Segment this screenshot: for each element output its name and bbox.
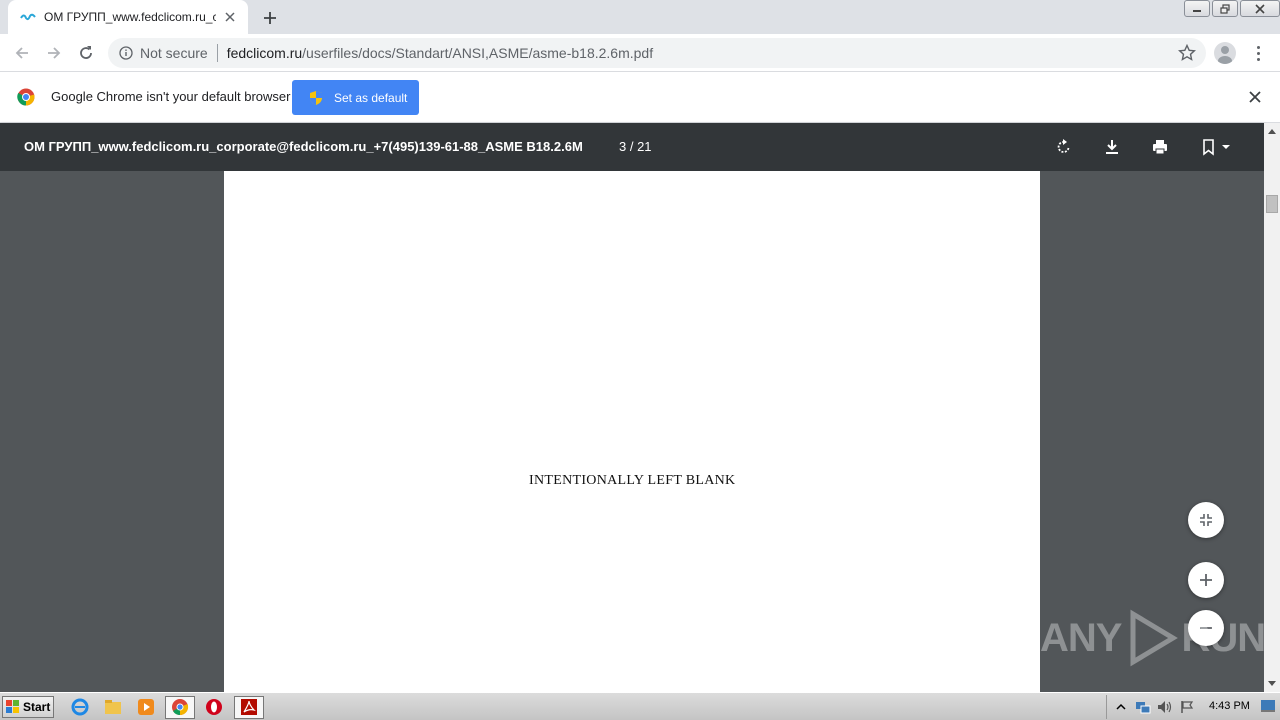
plus-icon (264, 12, 276, 24)
rotate-button[interactable] (1052, 135, 1076, 159)
printer-icon (1153, 140, 1167, 155)
zoom-in-icon (1200, 574, 1212, 586)
browser-tab[interactable]: ОМ ГРУПП_www.fedclicom.ru_corpo (8, 0, 248, 34)
pdf-page: INTENTIONALLY LEFT BLANK (224, 171, 1040, 692)
opera-taskbar-icon[interactable] (204, 697, 224, 717)
play-logo-icon (1130, 609, 1179, 667)
taskbar-clock: 4:43 PM (1209, 700, 1250, 712)
forward-button[interactable] (40, 39, 68, 67)
reload-button[interactable] (72, 39, 100, 67)
url-path: /userfiles/docs/Standart/ANSI,ASME/asme-… (302, 45, 654, 61)
uac-shield-icon (308, 90, 324, 106)
minimize-icon[interactable] (1184, 0, 1210, 17)
pdf-title: ОМ ГРУПП_www.fedclicom.ru_corporate@fedc… (24, 139, 583, 154)
media-player-taskbar-icon[interactable] (136, 697, 156, 717)
tab-title: ОМ ГРУПП_www.fedclicom.ru_corpo (44, 10, 216, 24)
bookmark-menu-button[interactable] (1198, 135, 1234, 159)
info-icon[interactable] (118, 45, 134, 61)
action-center-flag-icon[interactable] (1179, 699, 1195, 715)
infobar-message: Google Chrome isn't your default browser (51, 89, 291, 104)
bookmark-icon (1203, 139, 1230, 156)
show-hidden-icons-icon[interactable] (1113, 699, 1129, 715)
windows-flag-icon (6, 700, 19, 713)
acrobat-taskbar-icon[interactable] (239, 697, 259, 717)
back-arrow-icon (15, 47, 28, 59)
not-secure-label: Not secure (140, 45, 208, 61)
close-tab-icon[interactable] (222, 9, 238, 25)
system-tray (1106, 695, 1280, 719)
close-infobar-icon[interactable] (1247, 89, 1263, 105)
network-icon[interactable] (1135, 699, 1151, 715)
zoom-in-button[interactable] (1188, 562, 1224, 598)
back-button[interactable] (8, 39, 36, 67)
close-icon[interactable] (1240, 0, 1280, 17)
scroll-down-arrow-icon[interactable] (1264, 676, 1280, 692)
start-button[interactable]: Start (2, 696, 54, 718)
print-button[interactable] (1148, 135, 1172, 159)
reload-icon (80, 46, 92, 59)
volume-icon[interactable] (1157, 699, 1173, 715)
chrome-logo-icon (17, 88, 35, 106)
page-indicator[interactable]: 3 / 21 (619, 139, 652, 154)
watermark-right: RUN (1181, 615, 1266, 660)
url-host: fedclicom.ru (226, 45, 303, 61)
vertical-scrollbar[interactable] (1264, 123, 1280, 692)
fit-page-icon (1200, 514, 1212, 526)
rotate-icon (1057, 139, 1070, 153)
browser-toolbar: Not secure fedclicom.ru /userfiles/docs/… (0, 34, 1280, 72)
window-controls (1182, 0, 1280, 20)
download-button[interactable] (1100, 135, 1124, 159)
forward-arrow-icon (48, 47, 61, 59)
page-text: INTENTIONALLY LEFT BLANK (529, 473, 736, 488)
anyrun-watermark: ANY RUN (1040, 608, 1266, 668)
download-icon (1106, 140, 1118, 154)
set-as-default-button[interactable]: Set as default (292, 80, 419, 115)
explorer-taskbar-icon[interactable] (103, 697, 123, 717)
chrome-menu-icon[interactable] (1250, 42, 1266, 64)
chrome-taskbar-icon[interactable] (170, 697, 190, 717)
default-browser-infobar: Google Chrome isn't your default browser… (0, 72, 1280, 123)
profile-avatar-icon[interactable] (1214, 42, 1236, 64)
address-bar[interactable]: Not secure fedclicom.ru /userfiles/docs/… (108, 38, 1206, 68)
tab-strip: ОМ ГРУПП_www.fedclicom.ru_corpo (0, 0, 1280, 34)
scroll-up-arrow-icon[interactable] (1264, 123, 1280, 139)
ie-taskbar-icon[interactable] (70, 697, 90, 717)
pdf-toolbar: ОМ ГРУПП_www.fedclicom.ru_corporate@fedc… (0, 123, 1264, 171)
fit-to-page-button[interactable] (1188, 502, 1224, 538)
start-label: Start (23, 700, 51, 714)
omnibox-separator (216, 44, 218, 62)
show-desktop-icon[interactable] (1260, 699, 1276, 713)
windows-taskbar: Start 4:43 PM (0, 692, 1280, 720)
bookmark-star-icon[interactable] (1177, 43, 1197, 62)
restore-icon[interactable] (1212, 0, 1238, 17)
scrollbar-thumb[interactable] (1266, 195, 1278, 213)
watermark-left: ANY (1040, 615, 1122, 660)
fedclicom-favicon-icon (20, 9, 36, 25)
new-tab-button[interactable] (258, 6, 282, 30)
set-as-default-label: Set as default (334, 90, 408, 105)
